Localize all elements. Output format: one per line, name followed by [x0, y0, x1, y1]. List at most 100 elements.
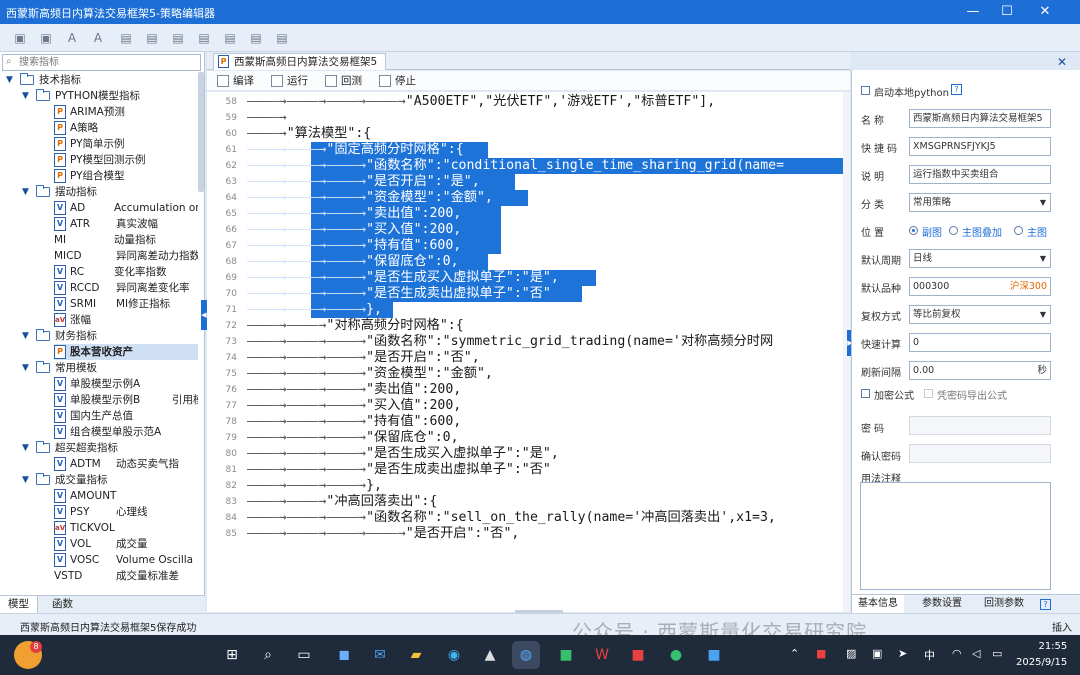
export-pwd-checkbox[interactable] — [924, 389, 933, 398]
tree-folder[interactable]: ▼ 超买超卖指标 — [22, 440, 198, 456]
ime-indicator[interactable]: 中 — [924, 647, 935, 663]
folder-icon[interactable]: ▰ — [402, 641, 430, 669]
editor-app-icon[interactable]: ◍ — [512, 641, 540, 669]
tree-item[interactable]: V 单股模型示例B 引用模 — [54, 392, 198, 408]
maximize-button[interactable]: ☐ — [992, 2, 1022, 22]
password-field[interactable] — [909, 416, 1051, 435]
tree-item[interactable]: V ADTM 动态买卖气指 — [54, 456, 198, 472]
properties-icon[interactable]: ▤ — [222, 30, 238, 46]
code-line[interactable]: 80 ————→————→————→"是否生成买入虚拟单子":"是", — [207, 446, 843, 462]
font-decrease-icon[interactable]: A — [64, 30, 80, 46]
minimize-button[interactable]: — — [958, 2, 988, 22]
enable-local-python-checkbox[interactable] — [861, 86, 870, 95]
adjust-select[interactable]: 等比前复权 — [909, 305, 1051, 324]
help-doc-icon[interactable]: ▤ — [274, 30, 290, 46]
search-box[interactable]: ⌕ — [2, 54, 201, 71]
code-line[interactable]: 59 ————→ — [207, 110, 843, 126]
code-line[interactable]: 71 ————→————→————→}, — [207, 302, 843, 318]
tree-item[interactable]: V RC 变化率指数 — [54, 264, 198, 280]
code-line[interactable]: 73 ————→————→————→"函数名称":"symmetric_grid_… — [207, 334, 843, 350]
font-increase-icon[interactable]: A — [90, 30, 106, 46]
tree-folder[interactable]: ▼ 财务指标 — [22, 328, 198, 344]
tree-folder[interactable]: ▼ 常用模板 — [22, 360, 198, 376]
code-line[interactable]: 85 ————→————→————→————→"是否开启":"否", — [207, 526, 843, 542]
chevron-down-icon[interactable]: ▼ — [6, 72, 16, 88]
tree-item[interactable]: P PY简单示例 — [54, 136, 198, 152]
code-line[interactable]: 63 ————→————→————→"是否开启":"是", — [207, 174, 843, 190]
tab-function[interactable]: 函数 — [44, 596, 81, 614]
tree-item[interactable]: V AMOUNT — [54, 488, 198, 504]
period-select[interactable]: 日线 — [909, 249, 1051, 268]
compile-button[interactable]: 编译 — [217, 73, 254, 89]
code-line[interactable]: 82 ————→————→————→}, — [207, 478, 843, 494]
save-icon[interactable]: ▣ — [12, 30, 28, 46]
chat-icon[interactable]: ■ — [552, 641, 580, 669]
pdf-icon[interactable]: ■ — [624, 641, 652, 669]
code-line[interactable]: 78 ————→————→————→"持有值":600, — [207, 414, 843, 430]
tab-model[interactable]: 模型 — [0, 596, 38, 614]
wechat-icon[interactable]: ● — [662, 641, 690, 669]
code-line[interactable]: 81 ————→————→————→"是否生成卖出虚拟单子":"否" — [207, 462, 843, 478]
code-line[interactable]: 76 ————→————→————→"卖出值":200, — [207, 382, 843, 398]
encrypt-checkbox[interactable] — [861, 389, 870, 398]
code-line[interactable]: 77 ————→————→————→"买入值":200, — [207, 398, 843, 414]
position-overlay-radio[interactable] — [949, 226, 958, 235]
close-icon[interactable]: ✕ — [1057, 55, 1067, 69]
tree-item[interactable]: P PY模型回测示例 — [54, 152, 198, 168]
tree-item[interactable]: MICD 异同离差动力指数 — [54, 248, 198, 264]
tree-folder[interactable]: ▼ 摆动指标 — [22, 184, 198, 200]
wifi-icon[interactable]: ◠ — [952, 647, 962, 660]
name-field[interactable]: 西蒙斯高频日内算法交易框架5 — [909, 109, 1051, 128]
chevron-down-icon[interactable]: ▼ — [22, 472, 32, 488]
code-line[interactable]: 60 ————→"算法模型":{ — [207, 126, 843, 142]
tray-shield-icon[interactable]: ▣ — [872, 647, 882, 660]
code-line[interactable]: 83 ————→————→"冲高回落卖出":{ — [207, 494, 843, 510]
description-field[interactable]: 运行指数中买卖组合 — [909, 165, 1051, 184]
fastcalc-field[interactable]: 0 — [909, 333, 1051, 352]
tree-item[interactable]: P ARIMA预测 — [54, 104, 198, 120]
tree-item[interactable]: V VOL 成交量 — [54, 536, 198, 552]
settings-icon[interactable]: ▤ — [248, 30, 264, 46]
tree-item[interactable]: aV TICKVOL — [54, 520, 198, 536]
tree-item[interactable]: V 组合模型单股示范A — [54, 424, 198, 440]
notes-textarea[interactable] — [860, 482, 1051, 590]
tree-item[interactable]: P PY组合模型 — [54, 168, 198, 184]
tray-network-icon[interactable]: ▨ — [846, 647, 856, 660]
position-main-radio[interactable] — [1014, 226, 1023, 235]
code-line[interactable]: 62 ————→————→————→"函数名称":"conditional_sin… — [207, 158, 843, 174]
tab-params[interactable]: 参数设置 — [916, 595, 968, 614]
tree-item[interactable]: aV 涨幅 — [54, 312, 198, 328]
tray-app-icon[interactable]: ■ — [816, 647, 826, 660]
code-line[interactable]: 68 ————→————→————→"保留底仓":0, — [207, 254, 843, 270]
tree-item[interactable]: V RCCD 异同离差变化率 — [54, 280, 198, 296]
app-icon[interactable]: ▲ — [476, 641, 504, 669]
tree-item[interactable]: VSTD 成交量标准差 — [54, 568, 198, 584]
code-line[interactable]: 79 ————→————→————→"保留底仓":0, — [207, 430, 843, 446]
store-icon[interactable]: ◼ — [330, 641, 358, 669]
code-line[interactable]: 61 ————→————→"固定高频分时网格":{ — [207, 142, 843, 158]
tab-backtest-params[interactable]: 回测参数 — [978, 595, 1030, 614]
export-icon[interactable]: ▤ — [170, 30, 186, 46]
tray-send-icon[interactable]: ➤ — [898, 647, 907, 660]
save-as-icon[interactable]: ▣ — [38, 30, 54, 46]
insert-function-icon[interactable]: ▤ — [118, 30, 134, 46]
code-line[interactable]: 70 ————→————→————→"是否生成卖出虚拟单子":"否" — [207, 286, 843, 302]
code-line[interactable]: 65 ————→————→————→"卖出值":200, — [207, 206, 843, 222]
code-line[interactable]: 64 ————→————→————→"资金模型":"金额", — [207, 190, 843, 206]
tree-item[interactable]: P 股本营收资产 — [54, 344, 198, 360]
tree-item[interactable]: V PSY 心理线 — [54, 504, 198, 520]
tab-basic-info[interactable]: 基本信息 — [852, 595, 904, 614]
refresh-field[interactable]: 0.00 秒 — [909, 361, 1051, 380]
code-line[interactable]: 74 ————→————→————→"是否开启":"否", — [207, 350, 843, 366]
search-icon[interactable]: ⌕ — [254, 641, 282, 669]
code-editor[interactable]: 58 ————→————→————→————→"A500ETF","光伏ETF",… — [207, 92, 843, 612]
run-button[interactable]: 运行 — [271, 73, 308, 89]
import-icon[interactable]: ▤ — [144, 30, 160, 46]
code-line[interactable]: 84 ————→————→————→"函数名称":"sell_on_the_ral… — [207, 510, 843, 526]
chevron-down-icon[interactable]: ▼ — [22, 184, 32, 200]
tree-folder[interactable]: ▼ 技术指标 — [6, 72, 198, 88]
volume-icon[interactable]: ◁ — [972, 647, 980, 660]
chevron-down-icon[interactable]: ▼ — [22, 328, 32, 344]
code-line[interactable]: 72 ————→————→"对称高频分时网格":{ — [207, 318, 843, 334]
code-line[interactable]: 69 ————→————→————→"是否生成买入虚拟单子":"是", — [207, 270, 843, 286]
